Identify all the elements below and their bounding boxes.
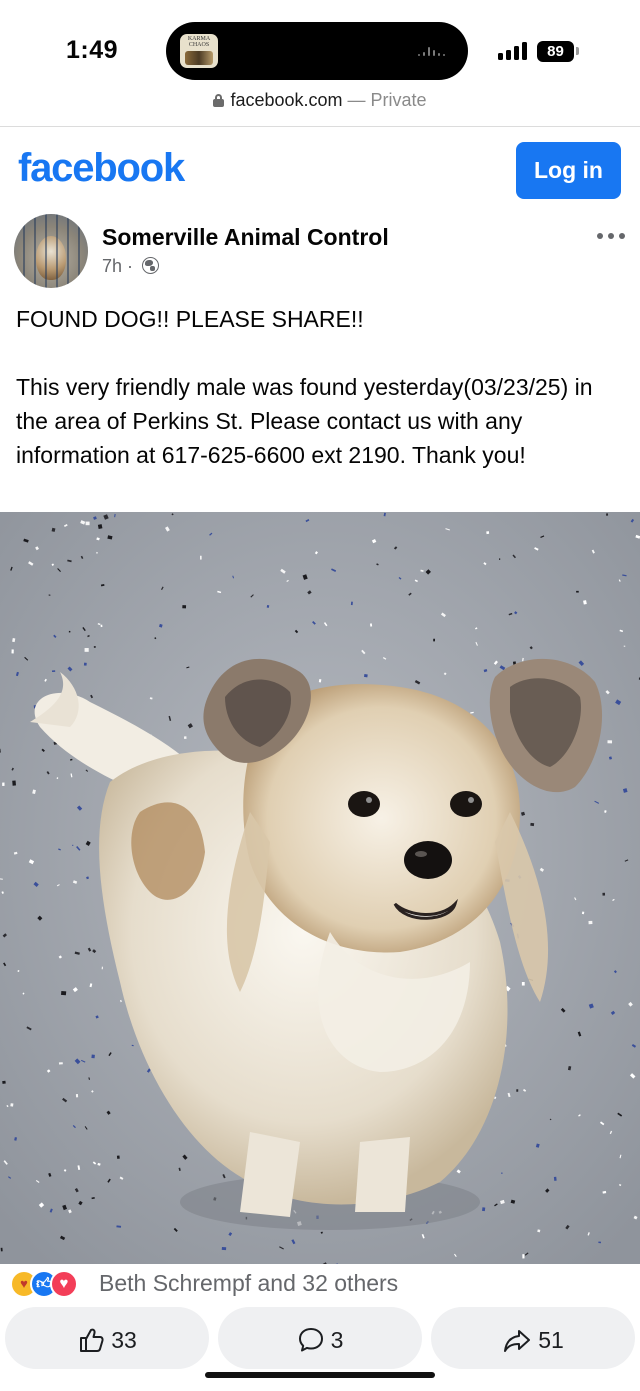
cellular-signal-icon [498, 42, 530, 60]
love-reaction-icon: ♥ [50, 1270, 78, 1298]
post-time[interactable]: 7h [102, 256, 122, 276]
private-label: Private [370, 90, 427, 110]
page-avatar[interactable] [14, 214, 88, 288]
comment-icon [298, 1327, 323, 1352]
share-count: 51 [538, 1326, 564, 1353]
more-options-icon[interactable] [597, 233, 627, 241]
home-indicator[interactable] [205, 1372, 435, 1378]
now-playing-artwork-text: KARMA CHAOS [187, 36, 211, 48]
url-domain: facebook.com [230, 90, 343, 110]
url-separator: — [347, 90, 366, 110]
now-playing-artwork: KARMA CHAOS [180, 34, 218, 68]
battery-icon: 89 [537, 41, 574, 62]
post-photo[interactable] [0, 512, 640, 1264]
divider [0, 126, 640, 127]
like-button[interactable]: 33 [5, 1307, 209, 1369]
lock-icon [213, 94, 225, 107]
post-body: This very friendly male was found yester… [16, 374, 593, 468]
dynamic-island[interactable]: KARMA CHAOS [166, 22, 468, 80]
login-button[interactable]: Log in [516, 142, 621, 199]
comment-button[interactable]: 3 [218, 1307, 422, 1369]
meta-separator: · [127, 256, 134, 276]
like-count: 33 [111, 1326, 137, 1353]
share-icon [504, 1329, 531, 1352]
comment-count: 3 [330, 1326, 344, 1353]
facebook-logo[interactable]: facebook [18, 146, 185, 191]
page-name[interactable]: Somerville Animal Control [102, 224, 389, 251]
audio-waveform-icon [418, 46, 446, 56]
address-bar[interactable]: facebook.com — Private [0, 90, 640, 118]
post-headline: FOUND DOG!! PLEASE SHARE!! [16, 306, 364, 332]
globe-icon [142, 257, 160, 274]
reactions-summary[interactable]: Beth Schrempf and 32 others [99, 1270, 398, 1297]
status-bar: 1:49 KARMA CHAOS 89 [0, 0, 640, 86]
thumbs-up-icon [80, 1328, 104, 1352]
dog-photo-illustration [0, 512, 640, 1264]
status-time: 1:49 [66, 36, 119, 64]
share-button[interactable]: 51 [431, 1307, 635, 1369]
post-meta: 7h · [102, 256, 160, 277]
post-text: FOUND DOG!! PLEASE SHARE!! This very fri… [16, 302, 626, 472]
